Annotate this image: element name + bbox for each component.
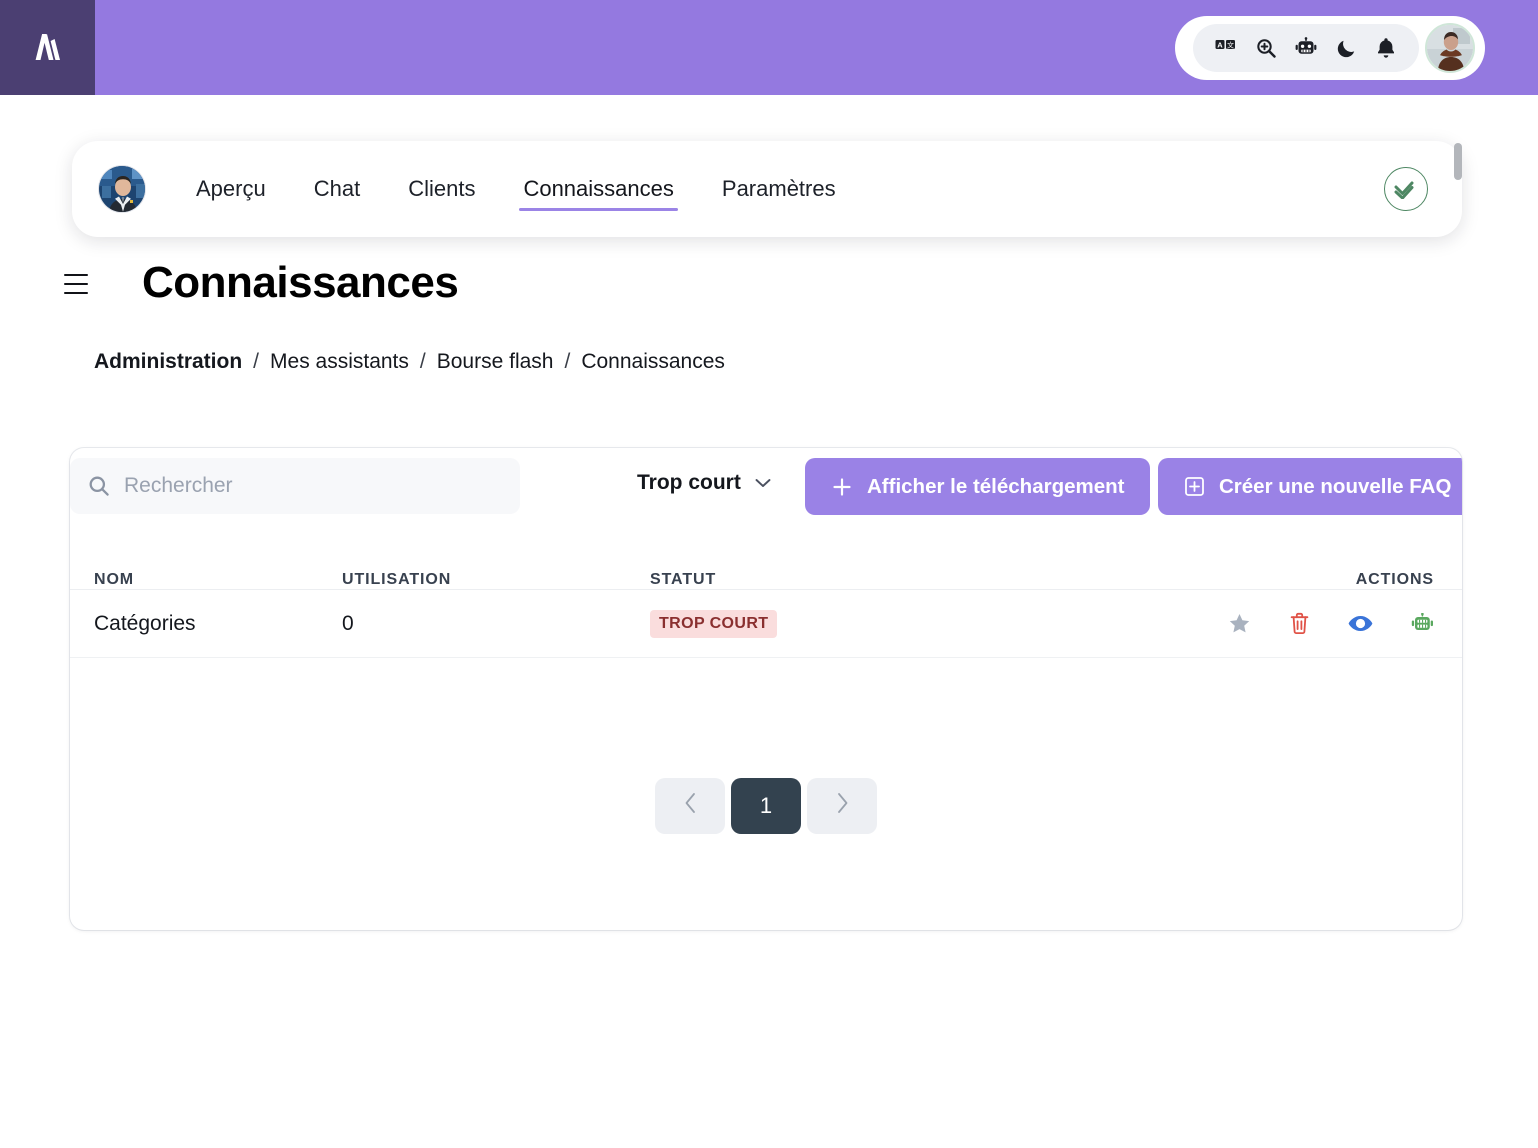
tab-chat[interactable]: Chat <box>290 141 384 237</box>
show-upload-button[interactable]: Afficher le téléchargement <box>805 458 1151 515</box>
delete-trash-icon[interactable] <box>1289 612 1310 635</box>
app-logo[interactable] <box>0 0 95 95</box>
double-check-icon[interactable] <box>1384 167 1428 211</box>
search-icon <box>88 475 110 497</box>
chevron-right-icon <box>836 792 849 820</box>
column-header-nom: NOM <box>94 571 135 588</box>
breadcrumb-separator: / <box>564 350 571 373</box>
assistant-avatar[interactable] <box>98 165 146 213</box>
favorite-star-icon[interactable] <box>1228 613 1251 635</box>
breadcrumb: Administration / Mes assistants / Bourse… <box>94 350 725 374</box>
hamburger-line <box>64 283 88 285</box>
create-faq-button-label: Créer une nouvelle FAQ <box>1219 474 1452 498</box>
status-badge: TROP COURT <box>650 609 778 638</box>
cell-nom: Catégories <box>94 611 196 635</box>
breadcrumb-item-bourse-flash[interactable]: Bourse flash <box>437 350 554 374</box>
tab-label: Clients <box>408 176 476 201</box>
show-upload-button-label: Afficher le téléchargement <box>867 474 1125 498</box>
cell-utilisation: 0 <box>342 611 354 635</box>
plus-icon <box>831 476 853 498</box>
page-title: Connaissances <box>142 258 459 307</box>
page-scrollbar-thumb[interactable] <box>1454 143 1462 180</box>
tab-parametres[interactable]: Paramètres <box>698 141 860 237</box>
tab-label: Connaissances <box>523 176 674 201</box>
moon-icon[interactable] <box>1335 37 1357 59</box>
robot-icon[interactable] <box>1295 37 1317 59</box>
breadcrumb-separator: / <box>419 350 426 373</box>
svg-text:A: A <box>1217 41 1223 50</box>
tab-connaissances[interactable]: Connaissances <box>499 141 697 237</box>
pagination-prev-button[interactable] <box>655 778 725 834</box>
top-bar: A 文 <box>0 0 1538 95</box>
knowledge-table: NOM UTILISATION STATUT ACTIONS Catégorie… <box>70 558 1462 658</box>
tab-label: Paramètres <box>721 176 836 201</box>
hamburger-line <box>64 274 88 276</box>
pagination-next-button[interactable] <box>807 778 877 834</box>
top-icon-strip: A 文 <box>1193 24 1419 72</box>
plus-square-icon <box>1184 476 1205 497</box>
tab-clients[interactable]: Clients <box>384 141 499 237</box>
robot-icon[interactable] <box>1411 612 1434 635</box>
breadcrumb-item-mes-assistants[interactable]: Mes assistants <box>270 350 409 374</box>
search-placeholder: Rechercher <box>124 474 233 497</box>
avatar[interactable] <box>1425 23 1475 73</box>
breadcrumb-item-administration[interactable]: Administration <box>94 350 242 374</box>
translate-icon[interactable]: A 文 <box>1215 37 1237 59</box>
breadcrumb-separator: / <box>253 350 260 373</box>
knowledge-toolbar: Rechercher Trop court Afficher le téléch… <box>70 448 1462 558</box>
tab-label: Aperçu <box>196 176 266 201</box>
pagination: 1 <box>70 778 1462 834</box>
bell-icon[interactable] <box>1375 37 1397 59</box>
table-row[interactable]: Catégories 0 TROP COURT <box>70 590 1462 658</box>
tab-label: Chat <box>313 176 361 201</box>
hamburger-menu-icon[interactable] <box>64 274 88 294</box>
knowledge-panel: Rechercher Trop court Afficher le téléch… <box>70 448 1462 930</box>
chevron-down-icon <box>755 478 771 488</box>
table-header-row: NOM UTILISATION STATUT ACTIONS <box>70 558 1462 590</box>
assistant-tabs: Aperçu Chat Clients Connaissances Paramè… <box>172 141 1384 237</box>
status-filter-select[interactable]: Trop court <box>637 471 771 495</box>
status-filter-value: Trop court <box>637 471 741 494</box>
search-input[interactable]: Rechercher <box>70 458 520 514</box>
svg-text:文: 文 <box>1227 41 1234 50</box>
chevron-left-icon <box>684 792 697 820</box>
assistant-nav-card: Aperçu Chat Clients Connaissances Paramè… <box>72 141 1462 237</box>
tab-apercu[interactable]: Aperçu <box>172 141 290 237</box>
zoom-in-icon[interactable] <box>1255 37 1277 59</box>
cell-actions <box>1162 612 1462 635</box>
top-actions-pill: A 文 <box>1175 16 1485 80</box>
view-eye-icon[interactable] <box>1348 615 1373 632</box>
column-header-actions: ACTIONS <box>1355 571 1434 588</box>
pagination-page-1[interactable]: 1 <box>731 778 801 834</box>
column-header-utilisation: UTILISATION <box>342 571 452 588</box>
breadcrumb-item-connaissances[interactable]: Connaissances <box>581 350 725 374</box>
column-header-statut: STATUT <box>650 571 717 588</box>
hamburger-line <box>64 292 88 294</box>
cell-statut: TROP COURT <box>650 609 1162 638</box>
create-faq-button[interactable]: Créer une nouvelle FAQ <box>1158 458 1462 515</box>
